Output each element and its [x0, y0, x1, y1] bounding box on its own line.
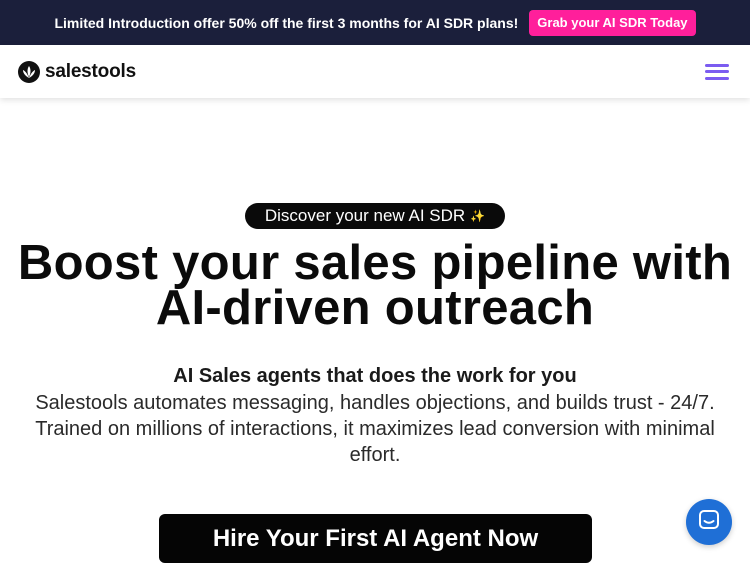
leaf-logo-icon: [18, 60, 40, 83]
chat-icon: [698, 509, 720, 536]
pill-label: Discover your new AI SDR: [264, 206, 466, 225]
sparkles-icon: ✨: [470, 209, 486, 223]
hire-agent-button[interactable]: Hire Your First AI Agent Now: [159, 514, 592, 563]
grab-ai-sdr-button[interactable]: Grab your AI SDR Today: [529, 9, 696, 36]
headline-line-2: AI-driven outreach: [155, 281, 595, 335]
hero-subheading: AI Sales agents that does the work for y…: [173, 365, 577, 387]
hamburger-icon[interactable]: [704, 61, 730, 83]
page-title: Boost your sales pipeline with AI-driven…: [0, 239, 750, 333]
promo-bar: Limited Introduction offer 50% off the f…: [0, 0, 750, 45]
navbar: salestools: [0, 45, 750, 98]
promo-text: Limited Introduction offer 50% off the f…: [54, 14, 519, 31]
logo[interactable]: salestools: [18, 60, 136, 83]
chat-launcher-button[interactable]: [686, 499, 732, 545]
logo-text: salestools: [45, 60, 136, 82]
discover-pill: Discover your new AI SDR ✨: [245, 203, 505, 229]
hero-description: Salestools automates messaging, handles …: [35, 392, 715, 466]
